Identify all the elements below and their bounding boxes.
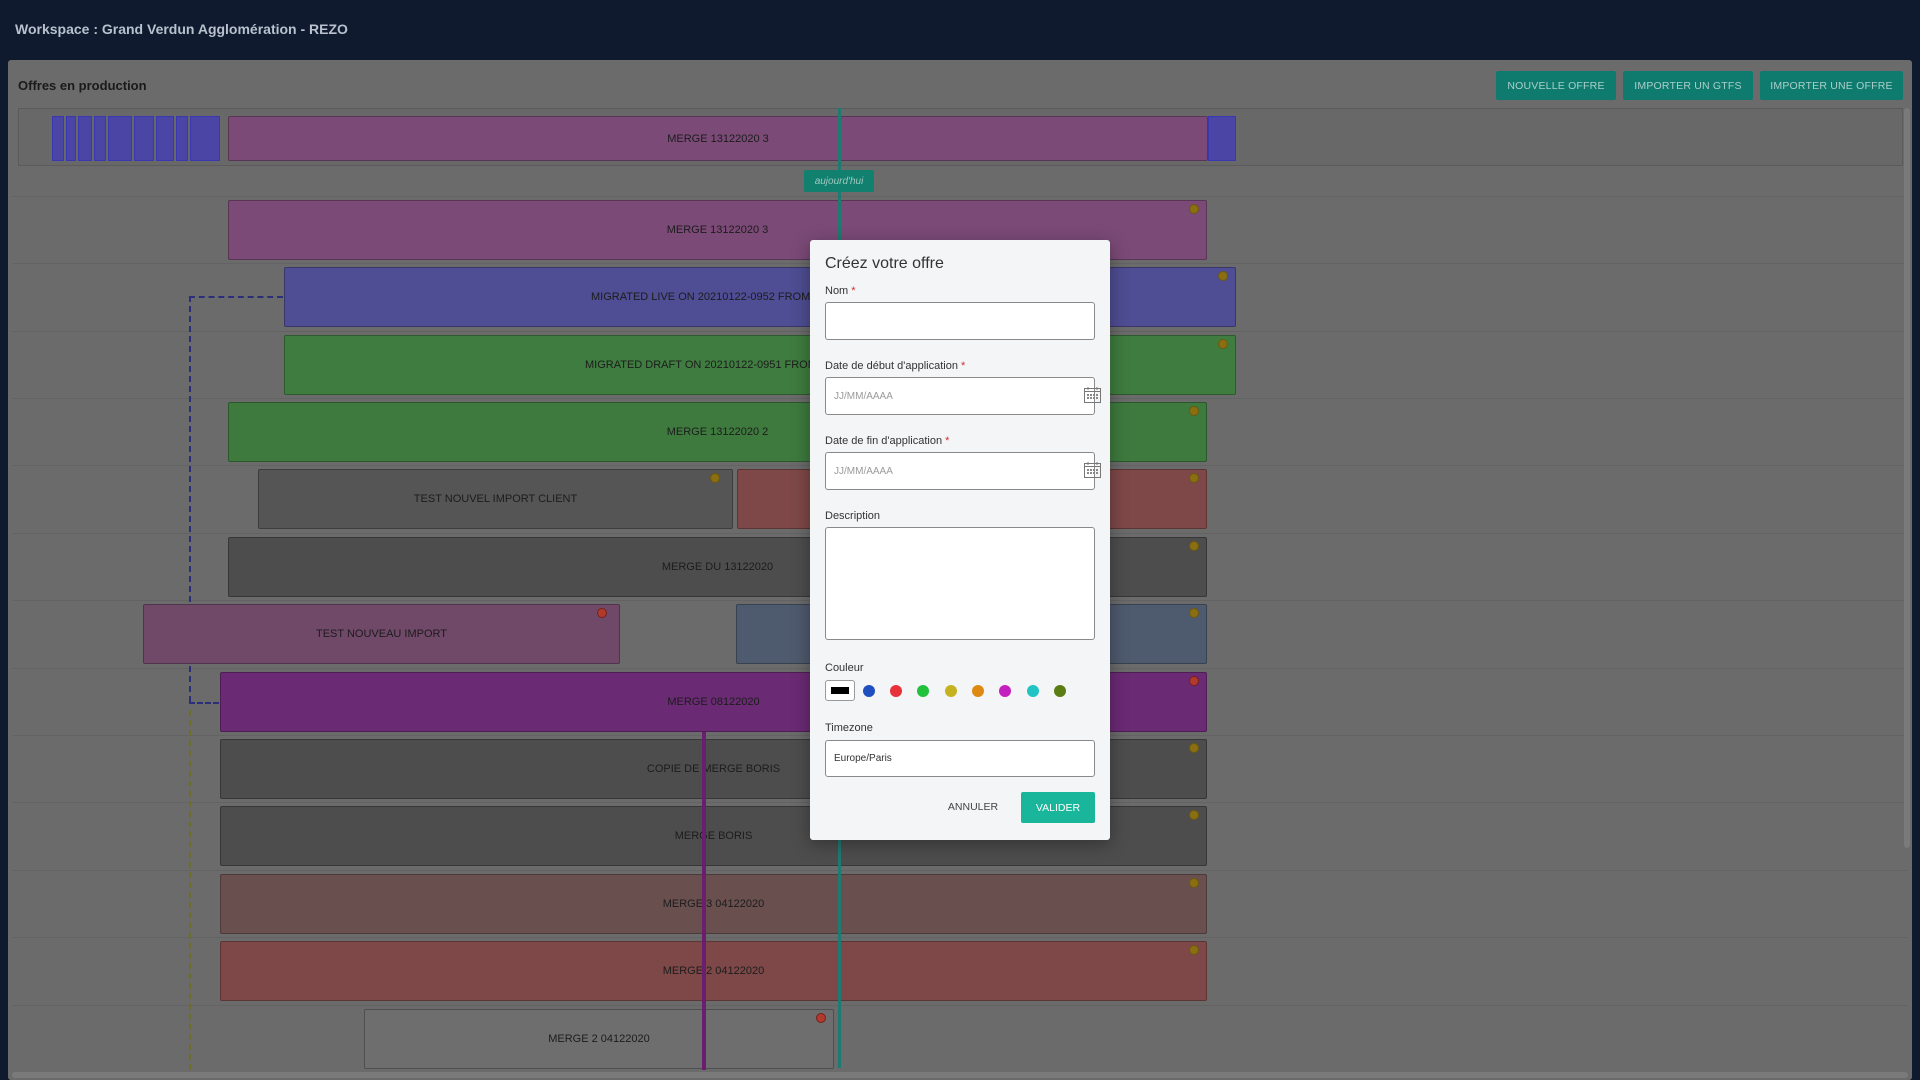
- link-line: [189, 702, 219, 704]
- description-label: Description: [825, 510, 881, 522]
- today-badge: aujourd'hui: [804, 170, 874, 192]
- status-dot: [1189, 945, 1199, 955]
- status-dot: [1218, 271, 1228, 281]
- merged-segment[interactable]: [66, 116, 76, 161]
- row-divider: [12, 937, 1908, 938]
- link-line: [189, 296, 283, 298]
- color-option-orange[interactable]: [972, 685, 984, 697]
- merged-segment[interactable]: [94, 116, 106, 161]
- required-mark: *: [945, 435, 950, 447]
- merged-segment[interactable]: [108, 116, 132, 161]
- color-option-yellow[interactable]: [945, 685, 957, 697]
- offer-label: MERGE 08122020: [667, 696, 760, 708]
- merged-segment[interactable]: [156, 116, 174, 161]
- merged-segment[interactable]: [78, 116, 92, 161]
- offer-label: MERGE 2 04122020: [662, 965, 765, 977]
- status-dot: [816, 1013, 826, 1023]
- merged-segment[interactable]: [134, 116, 154, 161]
- import-gtfs-button[interactable]: IMPORTER UN GTFS: [1623, 71, 1753, 100]
- status-dot: [1189, 878, 1199, 888]
- offer-label: TEST NOUVEL IMPORT CLIENT: [413, 493, 578, 505]
- vertical-scrollbar[interactable]: [1904, 108, 1910, 848]
- import-offer-button[interactable]: IMPORTER UNE OFFRE: [1760, 71, 1903, 100]
- offer-label: MERGE 13122020 2: [666, 426, 769, 438]
- color-option-blue[interactable]: [863, 685, 875, 697]
- offer-label: MIGRATED LIVE ON 20210122-0952 FROM: [591, 291, 811, 303]
- offer-bar[interactable]: MERGE 3 04122020: [220, 874, 1207, 934]
- end-date-input[interactable]: [825, 452, 1095, 490]
- calendar-icon[interactable]: [1084, 462, 1101, 478]
- name-input[interactable]: [825, 302, 1095, 340]
- required-mark: *: [851, 285, 856, 297]
- merged-segment[interactable]: [52, 116, 64, 161]
- row-divider: [12, 1005, 1908, 1006]
- color-option-cyan[interactable]: [1027, 685, 1039, 697]
- panel-title: Offres en production: [18, 78, 147, 93]
- status-dot: [1189, 608, 1199, 618]
- merged-segment[interactable]: [176, 116, 188, 161]
- timezone-label: Timezone: [825, 722, 873, 734]
- offer-label: MERGE 3 04122020: [662, 898, 765, 910]
- start-date-group: [810, 377, 1110, 415]
- status-dot: [710, 473, 720, 483]
- status-dot: [1189, 406, 1199, 416]
- offer-bar[interactable]: MERGE 2 04122020: [364, 1009, 834, 1069]
- offer-bar[interactable]: TEST NOUVEL IMPORT CLIENT: [258, 469, 733, 529]
- start-date-label: Date de début d'application *: [825, 360, 966, 372]
- cancel-button[interactable]: ANNULER: [940, 792, 1006, 822]
- dialog-title: Créez votre offre: [825, 255, 944, 272]
- start-date-input[interactable]: [825, 377, 1095, 415]
- submit-button[interactable]: VALIDER: [1021, 792, 1095, 823]
- status-dot: [1189, 743, 1199, 753]
- status-dot: [1189, 676, 1199, 686]
- end-date-label: Date de fin d'application *: [825, 435, 950, 447]
- offer-label: COPIE DE MERGE BORIS: [646, 763, 781, 775]
- status-dot: [597, 608, 607, 618]
- timezone-input[interactable]: [825, 740, 1095, 777]
- status-dot: [1189, 541, 1199, 551]
- status-dot: [1189, 810, 1199, 820]
- selected-color-swatch[interactable]: [825, 680, 855, 701]
- offer-label: MERGE BORIS: [674, 830, 753, 842]
- top-bar: Workspace : Grand Verdun Agglomération -…: [0, 0, 1920, 60]
- color-label: Couleur: [825, 662, 864, 674]
- offer-label: MIGRATED DRAFT ON 20210122-0951 FROM: [585, 359, 817, 371]
- merged-offer-label: MERGE 13122020 3: [667, 132, 769, 145]
- horizontal-scrollbar[interactable]: [12, 1072, 1908, 1078]
- required-mark: *: [961, 360, 966, 372]
- status-dot: [1189, 473, 1199, 483]
- offer-label: MERGE 13122020 3: [666, 224, 769, 236]
- color-option-red[interactable]: [890, 685, 902, 697]
- color-option-olive[interactable]: [1054, 685, 1066, 697]
- link-line: [189, 710, 191, 1070]
- offer-label: MERGE DU 13122020: [661, 561, 774, 573]
- color-preview: [831, 687, 849, 694]
- color-option-magenta[interactable]: [999, 685, 1011, 697]
- description-textarea[interactable]: [825, 527, 1095, 640]
- version-link-line: [702, 732, 706, 1070]
- color-option-green[interactable]: [917, 685, 929, 697]
- new-offer-button[interactable]: NOUVELLE OFFRE: [1496, 71, 1616, 100]
- merged-segment[interactable]: [1208, 116, 1236, 161]
- merged-offer-bar[interactable]: MERGE 13122020 3: [228, 116, 1208, 161]
- end-date-group: [810, 452, 1110, 490]
- status-dot: [1189, 204, 1199, 214]
- offer-label: TEST NOUVEAU IMPORT: [315, 628, 447, 640]
- status-dot: [1218, 339, 1228, 349]
- workspace-title: Workspace : Grand Verdun Agglomération -…: [15, 21, 348, 37]
- create-offer-dialog: Créez votre offre Nom * Date de début d'…: [810, 240, 1110, 840]
- offer-label: MERGE 2 04122020: [548, 1033, 650, 1045]
- row-divider: [12, 196, 1908, 197]
- offer-bar[interactable]: TEST NOUVEAU IMPORT: [143, 604, 620, 664]
- name-label: Nom *: [825, 285, 856, 297]
- merged-segment[interactable]: [190, 116, 220, 161]
- offer-bar[interactable]: MERGE 2 04122020: [220, 941, 1207, 1001]
- row-divider: [12, 870, 1908, 871]
- calendar-icon[interactable]: [1084, 387, 1101, 403]
